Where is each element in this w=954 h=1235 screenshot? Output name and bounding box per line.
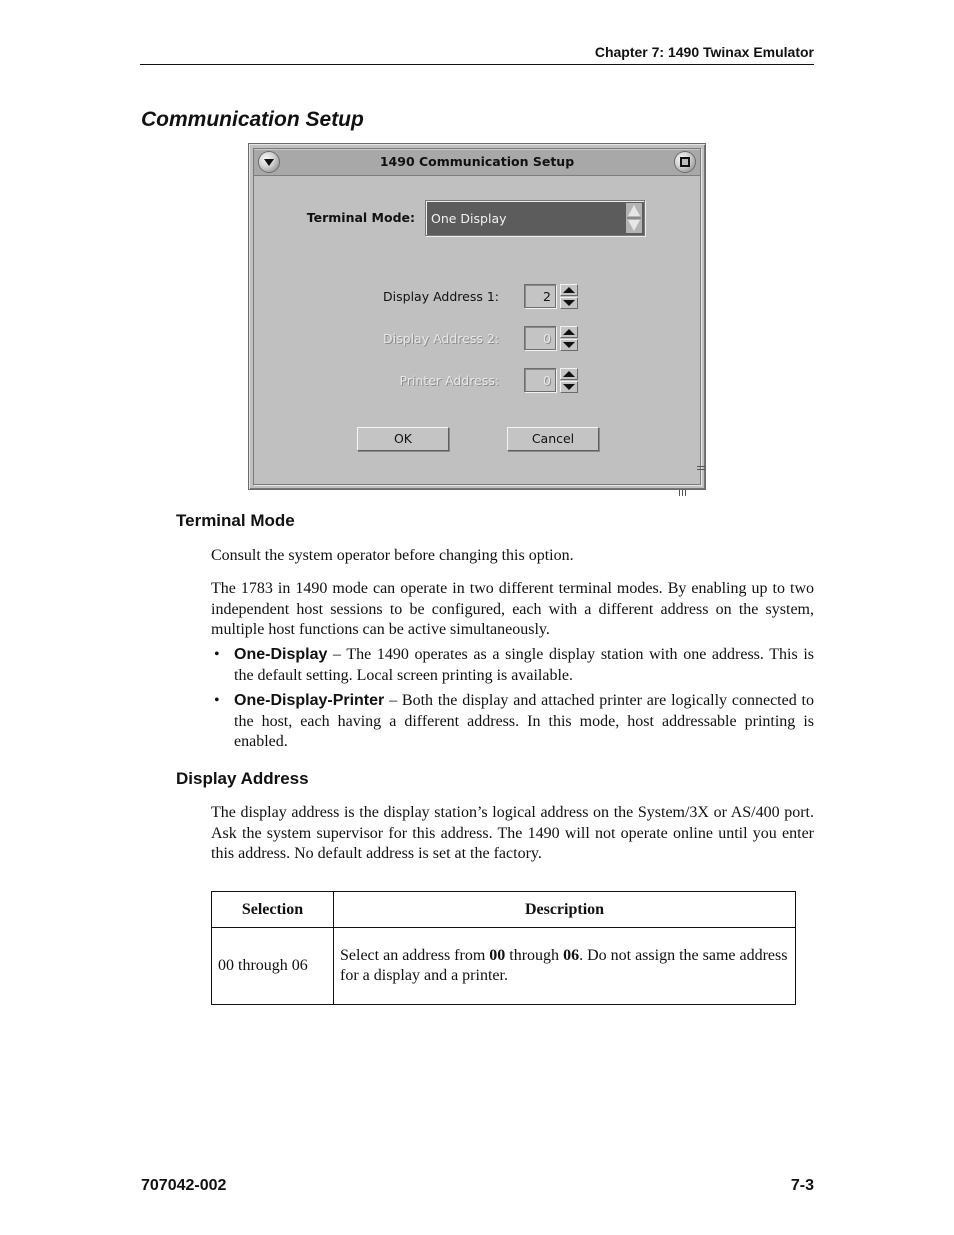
increment-arrow-icon[interactable] <box>560 368 578 380</box>
display-address-2-label: Display Address 2: <box>383 331 499 346</box>
column-header-description: Description <box>333 891 796 928</box>
printer-address-field[interactable]: 0 <box>524 368 556 392</box>
footer-page-number: 7-3 <box>790 1177 814 1194</box>
increment-arrow-icon[interactable] <box>560 326 578 338</box>
selection-table: Selection Description 00 through 06 Sele… <box>211 891 796 1005</box>
list-item: • One-Display-Printer – Both the display … <box>211 691 814 753</box>
description-text: Select an address from <box>340 947 490 964</box>
up-down-arrows-icon[interactable] <box>626 203 642 233</box>
printer-address-spinner[interactable] <box>560 368 578 394</box>
arrow-up-icon <box>628 205 640 216</box>
description-text: through <box>505 947 564 964</box>
dialog-frame <box>253 148 701 485</box>
header-rule <box>140 64 814 65</box>
printer-address-label: Printer Address: <box>399 373 499 388</box>
ok-button[interactable]: OK <box>357 427 449 451</box>
selection-cell: 00 through 06 <box>211 927 334 1005</box>
footer-doc-number: 707042-002 <box>141 1177 227 1194</box>
table-header-row: Selection Description <box>211 891 796 928</box>
list-item: • One-Display – The 1490 operates as a si… <box>211 645 814 686</box>
terminal-mode-para-2: The 1783 in 1490 mode can operate in two… <box>211 580 814 638</box>
description-bold: 06 <box>563 947 580 964</box>
column-header-selection: Selection <box>211 891 334 928</box>
bullet-icon: • <box>214 692 220 709</box>
display-address-2-field[interactable]: 0 <box>524 326 556 350</box>
display-address-para: The display address is the display stati… <box>211 804 814 862</box>
increment-arrow-icon[interactable] <box>560 284 578 296</box>
terminal-mode-list: • One-Display – The 1490 operates as a si… <box>211 645 814 758</box>
description-cell: Select an address from 00 through 06. Do… <box>333 927 796 1005</box>
terminal-mode-heading: Terminal Mode <box>176 511 295 530</box>
cancel-button[interactable]: Cancel <box>507 427 599 451</box>
decrement-arrow-icon[interactable] <box>560 339 578 351</box>
section-title: Communication Setup <box>141 108 364 131</box>
bullet-icon: • <box>214 646 220 663</box>
resize-grip-right[interactable] <box>697 464 705 473</box>
display-address-heading: Display Address <box>176 769 309 788</box>
dialog-title: 1490 Communication Setup <box>379 154 575 169</box>
terminal-mode-label: Terminal Mode: <box>306 210 415 225</box>
arrow-divider <box>627 217 641 219</box>
terminal-mode-para-1: Consult the system operator before chang… <box>211 547 574 564</box>
decrement-arrow-icon[interactable] <box>560 381 578 393</box>
running-head: Chapter 7: 1490 Twinax Emulator <box>594 44 814 60</box>
display-address-1-label: Display Address 1: <box>383 289 499 304</box>
table-row: 00 through 06 Select an address from 00 … <box>211 927 796 1005</box>
display-address-2-spinner[interactable] <box>560 326 578 352</box>
resize-grip-bottom[interactable] <box>679 483 689 496</box>
bullet-term: One-Display-Printer <box>234 692 385 709</box>
decrement-arrow-icon[interactable] <box>560 297 578 309</box>
arrow-down-icon <box>628 220 640 231</box>
description-bold: 00 <box>489 947 506 964</box>
terminal-mode-value: One Display <box>431 211 507 226</box>
bullet-term: One-Display <box>234 646 328 663</box>
terminal-mode-select[interactable]: One Display <box>425 200 645 236</box>
display-address-1-field[interactable]: 2 <box>524 284 556 308</box>
maximize-icon[interactable] <box>675 152 695 172</box>
communication-setup-dialog: 1490 Communication Setup Terminal Mode: … <box>248 143 706 496</box>
dialog-titlebar[interactable]: 1490 Communication Setup <box>254 149 700 176</box>
display-address-1-spinner[interactable] <box>560 284 578 310</box>
